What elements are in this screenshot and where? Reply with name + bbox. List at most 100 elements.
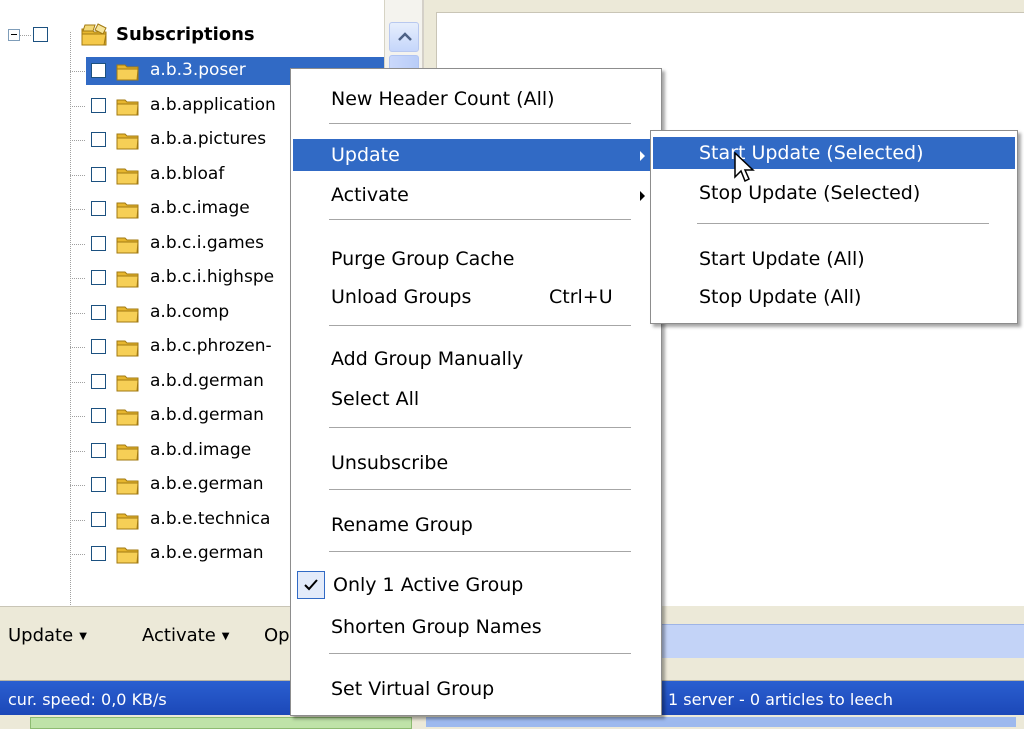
submenu-stop-update-all[interactable]: Stop Update (All) [653,281,1015,313]
tree-guide-line [70,554,86,555]
menu-unload-groups-shortcut: Ctrl+U [549,286,613,308]
tree-item-label: a.b.application [150,94,276,115]
menu-purge-group-cache-label: Purge Group Cache [331,248,515,270]
folder-icon [116,198,140,224]
dropdown-arrow-icon: ▼ [79,630,87,642]
submenu-start-update-selected-label: Start Update (Selected) [699,142,924,164]
tree-item-label: a.b.c.phrozen- [150,336,272,356]
dropdown-arrow-icon: ▼ [221,630,230,642]
subscriptions-folder-icon [81,23,107,46]
tree-item-checkbox[interactable] [91,339,106,354]
menu-rename-group[interactable]: Rename Group [293,509,659,541]
folder-icon [116,474,140,500]
submenu-start-update-selected[interactable]: Start Update (Selected) [653,137,1015,169]
tree-guide-line [70,174,86,176]
submenu-start-update-all[interactable]: Start Update (All) [653,243,1015,275]
tree-item-checkbox[interactable] [91,63,106,78]
tree-item-checkbox[interactable] [91,97,106,113]
tree-item-checkbox[interactable] [91,132,106,147]
tree-item-checkbox[interactable] [91,546,106,561]
submenu-stop-update-all-label: Stop Update (All) [699,286,862,308]
bottom-strip [0,715,1024,729]
menu-only-one-active-group[interactable]: Only 1 Active Group [293,569,659,601]
tree-guide-line [70,209,86,210]
activate-dropdown-label: Activate [142,625,216,646]
tree-item-label: a.b.bloaf [150,163,225,184]
menu-rename-group-label: Rename Group [331,514,473,536]
menu-separator [329,123,631,124]
tree-item-label: a.b.e.german [150,474,264,494]
menu-unload-groups[interactable]: Unload Groups Ctrl+U [293,281,659,313]
tree-guide-line [70,485,86,486]
activate-dropdown-button[interactable]: Activate ▼ [142,625,229,646]
menu-purge-group-cache[interactable]: Purge Group Cache [293,243,659,275]
tree-item-label: a.b.3.poser [150,60,246,80]
tree-item-label: a.b.a.pictures [150,129,267,149]
folder-icon [116,60,140,86]
progress-panel [30,717,412,729]
tree-item-checkbox[interactable] [91,373,106,389]
collapse-icon[interactable] [8,29,20,41]
scroll-up-button[interactable] [389,22,419,52]
tree-item-label: a.b.d.image [150,439,252,460]
root-checkbox[interactable] [33,27,48,42]
tree-item-label: a.b.e.german [150,543,264,563]
tree-item-checkbox[interactable] [91,270,106,285]
menu-separator [329,489,631,490]
tree-root-label: Subscriptions [116,24,255,45]
tree-item-checkbox[interactable] [91,442,106,458]
options-dropdown-label: Op [264,625,290,646]
folder-icon [116,129,140,155]
progress-panel-2 [426,717,1016,727]
menu-new-header-count[interactable]: New Header Count (All) [293,83,659,115]
tree-item-checkbox[interactable] [91,166,106,182]
menu-activate[interactable]: Activate [293,179,659,211]
menu-unsubscribe[interactable]: Unsubscribe [293,447,659,479]
folder-icon [116,233,140,259]
menu-update[interactable]: Update [293,139,659,171]
tree-guide-line [70,450,86,452]
tree-guide-line [70,347,86,348]
menu-select-all[interactable]: Select All [293,383,659,415]
menu-shorten-group-names[interactable]: Shorten Group Names [293,611,659,643]
options-dropdown-button[interactable]: Op [264,625,290,646]
submenu-stop-update-selected-label: Stop Update (Selected) [699,182,921,204]
menu-separator [329,427,631,428]
tree-item-label: a.b.d.german [150,370,264,391]
menu-new-header-count-label: New Header Count (All) [331,88,555,110]
tree-guide-line [70,278,86,279]
tree-item-checkbox[interactable] [91,201,106,216]
menu-add-group-manually[interactable]: Add Group Manually [293,343,659,375]
tree-guide-line [70,312,86,314]
folder-icon [116,95,140,121]
menu-add-group-manually-label: Add Group Manually [331,348,524,370]
tree-item-checkbox[interactable] [91,304,106,320]
menu-unload-groups-label: Unload Groups [331,286,472,308]
menu-set-virtual-group[interactable]: Set Virtual Group [293,673,659,705]
menu-activate-label: Activate [331,184,409,206]
folder-icon [116,267,140,293]
folder-icon [116,371,140,397]
tree-item-label: a.b.c.image [150,198,250,218]
menu-separator [329,219,631,220]
tree-item-checkbox[interactable] [91,511,106,527]
submenu-arrow-icon [640,191,645,201]
status-speed: cur. speed: 0,0 KB/s [8,690,167,709]
tree-root-subscriptions[interactable]: Subscriptions [0,20,384,50]
tree-item-checkbox[interactable] [91,477,106,492]
folder-icon [116,336,140,362]
tree-guide-line [70,381,86,383]
tree-item-checkbox[interactable] [91,408,106,423]
tree-item-label: a.b.c.i.highspe [150,267,275,287]
menu-only-one-active-group-label: Only 1 Active Group [333,574,524,596]
status-servers: 1 server - 0 articles to leech [668,690,893,709]
folder-icon [116,302,140,328]
submenu-stop-update-selected[interactable]: Stop Update (Selected) [653,177,1015,209]
update-dropdown-label: Update [8,625,74,646]
folder-icon [116,164,140,190]
menu-select-all-label: Select All [331,388,420,410]
tree-guide-line [70,71,86,72]
update-dropdown-button[interactable]: Update ▼ [8,625,87,646]
context-menu: New Header Count (All) Update Activate P… [290,68,662,716]
tree-item-checkbox[interactable] [91,235,106,251]
